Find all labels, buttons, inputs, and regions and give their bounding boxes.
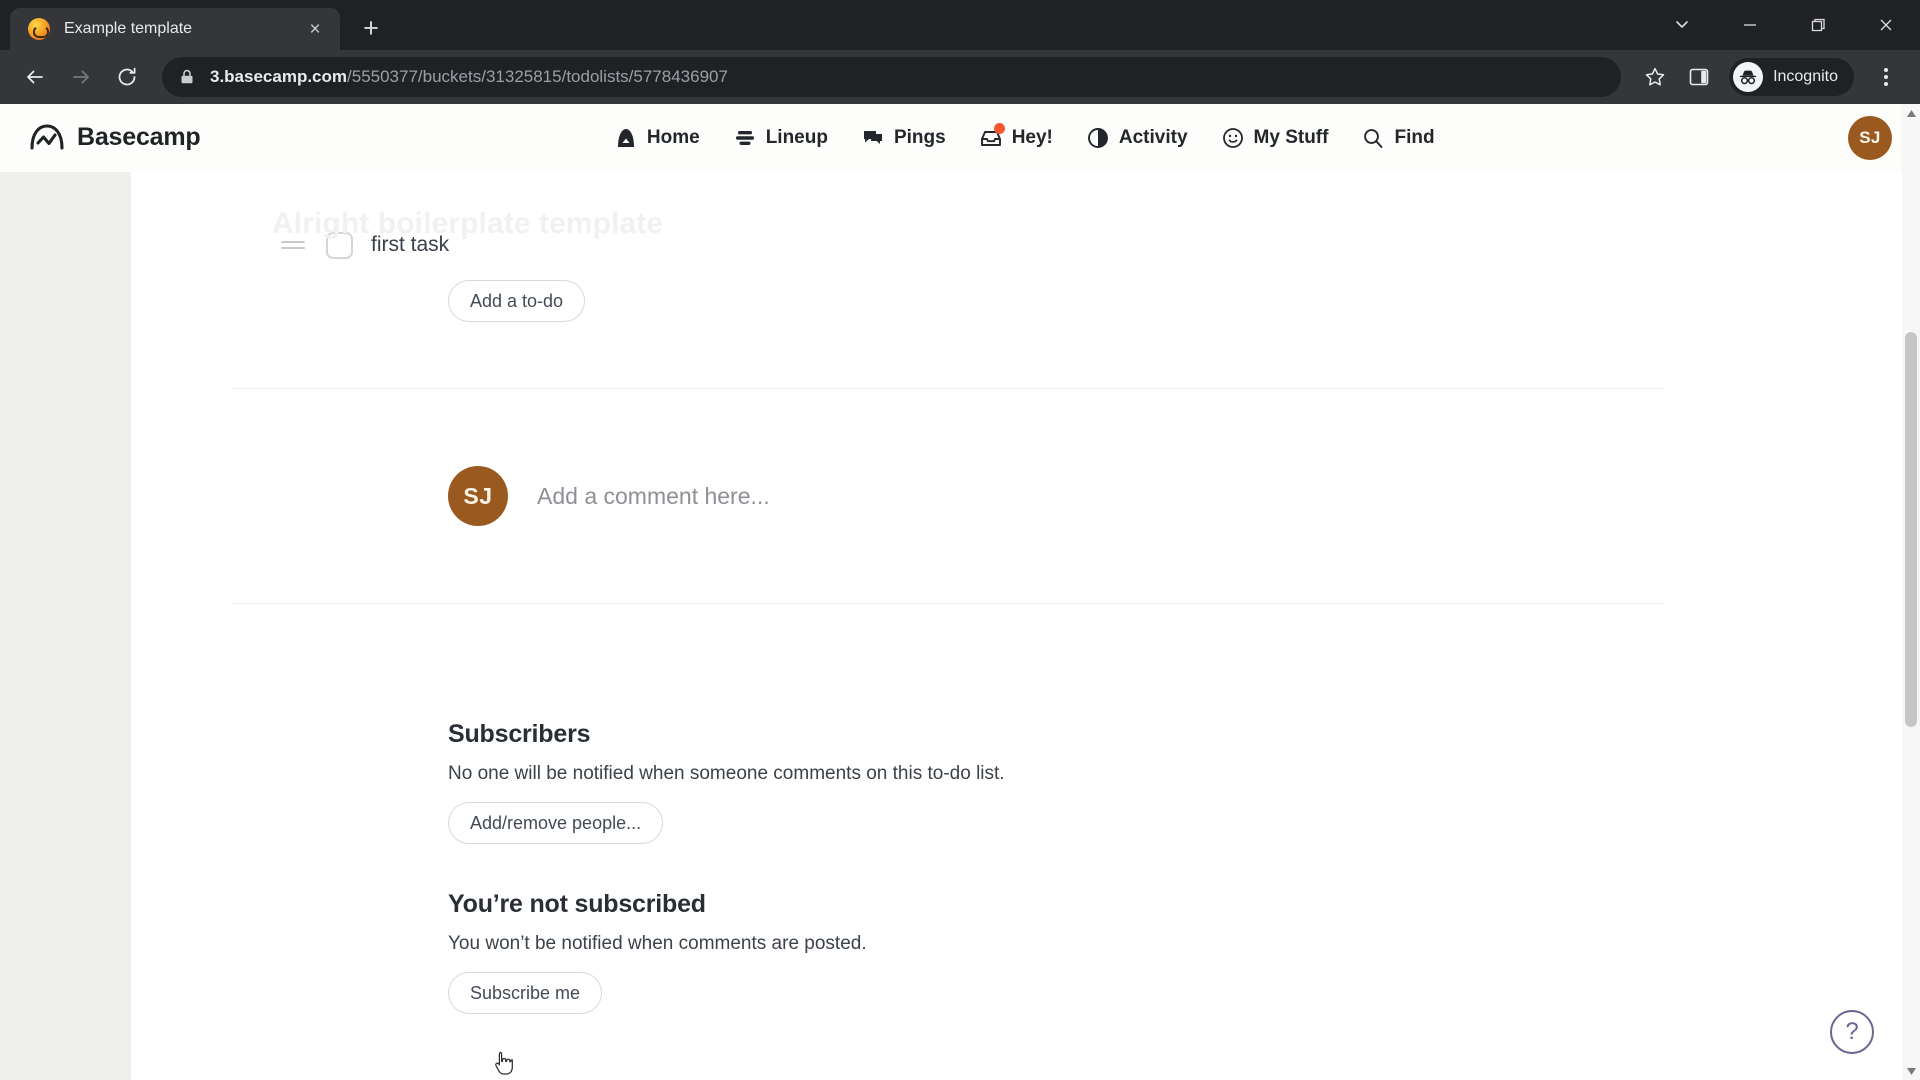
- tab-strip: Example template × +: [0, 0, 1920, 50]
- nav-item-find[interactable]: Find: [1361, 126, 1435, 150]
- nav-menu: Home Lineup Pings Hey! Activity My Stuff…: [200, 122, 1848, 150]
- notification-badge: [993, 122, 1005, 134]
- left-gutter: [0, 104, 131, 1080]
- url-path: /5550377/buckets/31325815/todolists/5778…: [347, 67, 728, 86]
- subscription-section: You’re not subscribed You won’t be notif…: [131, 844, 1765, 1014]
- bookmark-star-icon[interactable]: [1635, 57, 1675, 97]
- window-controls: [1648, 0, 1920, 50]
- address-bar[interactable]: 3.basecamp.com/5550377/buckets/31325815/…: [162, 57, 1622, 97]
- pings-icon: [861, 126, 885, 150]
- back-button-icon[interactable]: [14, 56, 56, 98]
- nav-item-lineup[interactable]: Lineup: [733, 126, 828, 150]
- nav-item-label: Lineup: [765, 126, 828, 148]
- lock-icon: [178, 68, 196, 86]
- scrollbar-track[interactable]: [1902, 122, 1920, 1062]
- scroll-up-arrow-icon[interactable]: [1902, 104, 1920, 122]
- subscribers-section: Subscribers No one will be notified when…: [131, 604, 1765, 844]
- main-content: first task Add a to-do SJ Add a comment …: [131, 172, 1765, 1080]
- drag-handle-icon[interactable]: [281, 241, 305, 249]
- comment-composer[interactable]: SJ Add a comment here...: [131, 389, 1765, 603]
- browser-tab[interactable]: Example template ×: [10, 8, 340, 50]
- browser-window: Example template × + 3.basecamp.com/5550…: [0, 0, 1920, 1080]
- scroll-down-arrow-icon[interactable]: [1902, 1062, 1920, 1080]
- search-icon: [1361, 126, 1385, 150]
- minimize-window-icon[interactable]: [1716, 0, 1784, 50]
- help-button[interactable]: ?: [1830, 1010, 1874, 1054]
- tab-title: Example template: [64, 20, 193, 37]
- browser-menu-icon[interactable]: [1866, 55, 1906, 99]
- home-icon: [614, 126, 638, 150]
- page-scrollbar[interactable]: [1902, 104, 1920, 1080]
- subscription-title: You’re not subscribed: [448, 890, 706, 918]
- user-avatar[interactable]: SJ: [1848, 115, 1892, 160]
- new-tab-button[interactable]: +: [352, 9, 390, 47]
- add-todo-wrap: Add a to-do: [131, 280, 1765, 322]
- smiley-icon: [1221, 126, 1245, 150]
- add-remove-people-button[interactable]: Add/remove people...: [448, 802, 664, 844]
- basecamp-nav-bar: Basecamp Home Lineup Pings Hey! Activity…: [0, 104, 1920, 172]
- subscription-button-wrap: Subscribe me: [448, 972, 1765, 1014]
- basecamp-logo-text: Basecamp: [77, 123, 201, 151]
- nav-item-my-stuff[interactable]: My Stuff: [1221, 126, 1329, 150]
- subscribers-button-wrap: Add/remove people...: [448, 802, 1765, 844]
- forward-button-icon[interactable]: [60, 56, 102, 98]
- close-tab-icon[interactable]: ×: [302, 16, 328, 42]
- activity-icon: [1086, 126, 1110, 150]
- add-todo-button[interactable]: Add a to-do: [448, 280, 586, 322]
- comment-avatar: SJ: [448, 466, 508, 526]
- close-window-icon[interactable]: [1852, 0, 1920, 50]
- hey-inbox-icon: [979, 122, 1005, 150]
- subscribers-title: Subscribers: [448, 720, 591, 748]
- nav-item-activity[interactable]: Activity: [1086, 126, 1188, 150]
- nav-item-label: Home: [646, 126, 700, 148]
- nav-item-label: Find: [1394, 126, 1435, 148]
- lineup-icon: [733, 126, 757, 150]
- nav-item-label: My Stuff: [1253, 126, 1329, 148]
- nav-item-label: Hey!: [1011, 126, 1053, 148]
- page-viewport: Alright boilerplate template Basecamp Ho…: [0, 104, 1920, 1080]
- subscribers-description: No one will be notified when someone com…: [448, 763, 1005, 784]
- reload-button-icon[interactable]: [106, 56, 148, 98]
- nav-item-label: Activity: [1118, 126, 1188, 148]
- basecamp-logo-icon: [30, 123, 64, 150]
- browser-toolbar: 3.basecamp.com/5550377/buckets/31325815/…: [0, 50, 1920, 104]
- subscription-description: You won’t be notified when comments are …: [448, 933, 867, 954]
- nav-item-home[interactable]: Home: [614, 126, 700, 150]
- basecamp-logo[interactable]: Basecamp: [28, 122, 201, 154]
- side-panel-icon[interactable]: [1679, 57, 1719, 97]
- nav-item-hey[interactable]: Hey!: [979, 122, 1053, 150]
- comment-input-placeholder[interactable]: Add a comment here...: [537, 483, 770, 510]
- incognito-label: Incognito: [1773, 68, 1838, 85]
- nav-item-pings[interactable]: Pings: [861, 126, 946, 150]
- basecamp-favicon-icon: [28, 18, 50, 40]
- url-domain: 3.basecamp.com: [210, 67, 348, 86]
- subscribe-me-button[interactable]: Subscribe me: [448, 972, 603, 1014]
- maximize-window-icon[interactable]: [1784, 0, 1852, 50]
- tab-search-icon[interactable]: [1648, 0, 1716, 50]
- nav-item-label: Pings: [893, 126, 946, 148]
- scrollbar-thumb[interactable]: [1905, 332, 1917, 727]
- incognito-icon: [1733, 62, 1764, 92]
- url-text: 3.basecamp.com/5550377/buckets/31325815/…: [210, 67, 728, 87]
- incognito-indicator[interactable]: Incognito: [1729, 58, 1854, 96]
- scrolled-page-title: Alright boilerplate template: [272, 207, 664, 240]
